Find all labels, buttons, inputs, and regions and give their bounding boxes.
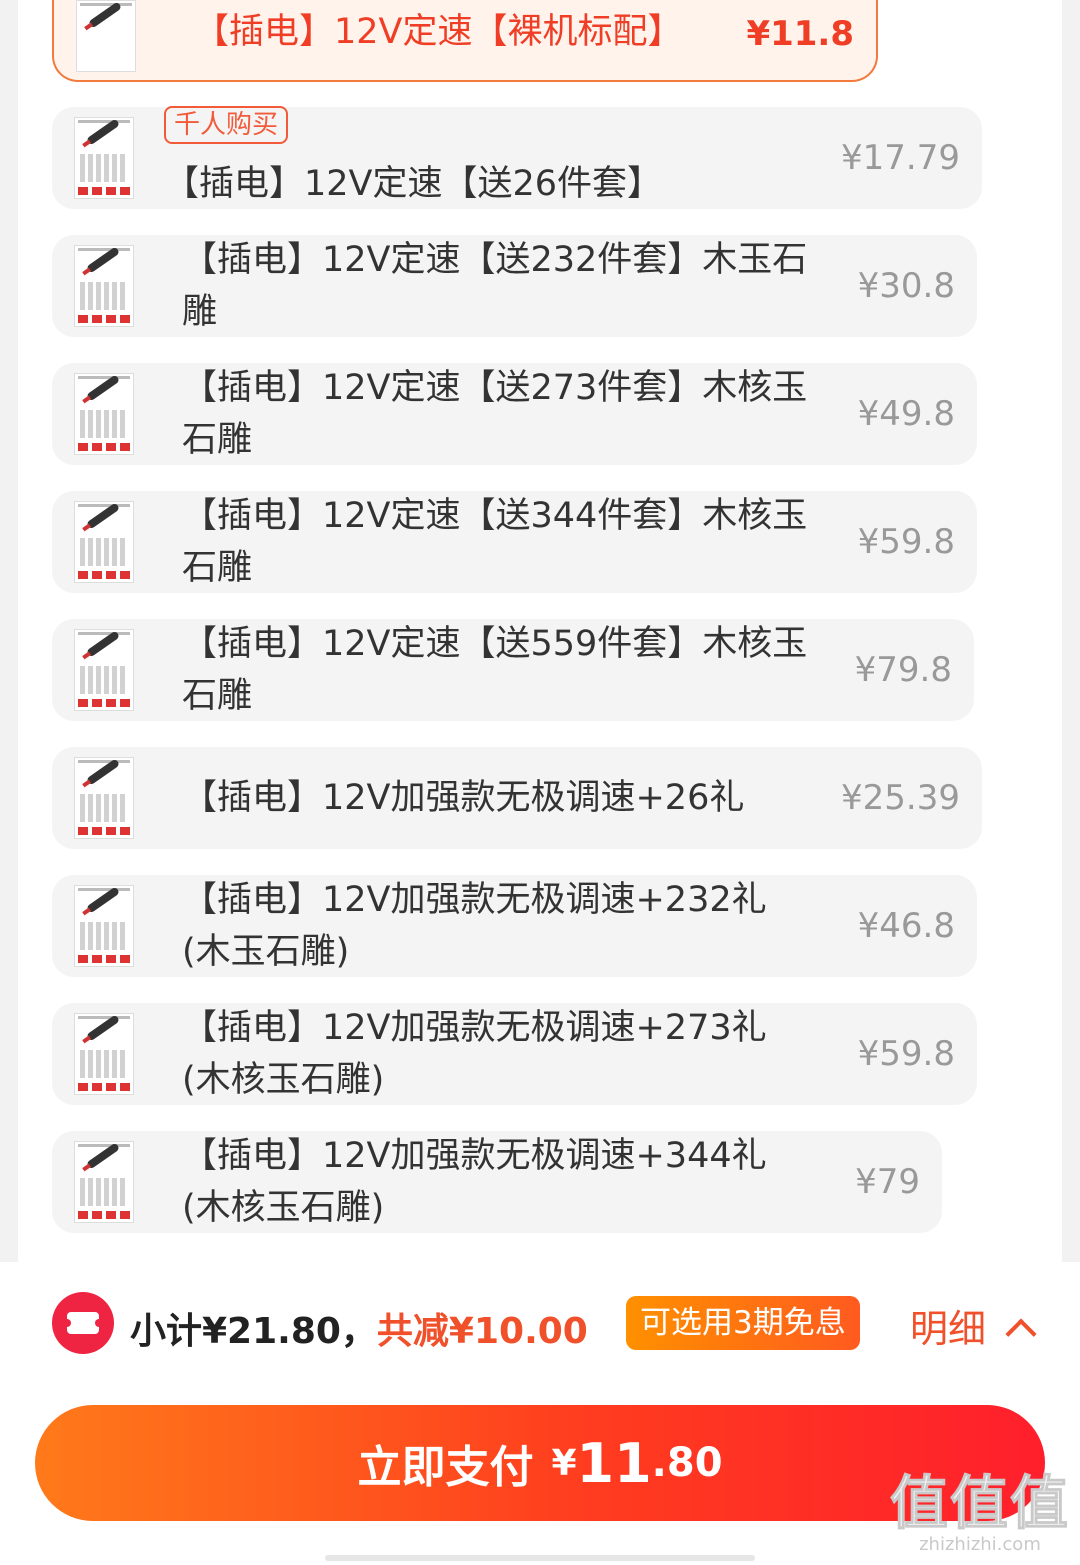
subtotal-text: 小计¥21.80， (130, 1311, 377, 1352)
detail-label: 明细 (910, 1307, 987, 1351)
product-thumbnail (74, 1141, 134, 1223)
sku-option-price: ¥79.8 (854, 650, 952, 690)
sku-option-name: 千人购买【插电】12V定速【送26件套】 (164, 106, 804, 210)
sku-option-price: ¥46.8 (857, 906, 955, 946)
sku-option-selected[interactable]: 【插电】12V定速【裸机标配】 ¥11.8 (52, 0, 878, 82)
sku-option[interactable]: 千人购买【插电】12V定速【送26件套】 ¥17.79 (52, 106, 982, 210)
sku-option-price: ¥79 (855, 1162, 920, 1202)
sku-option-price: ¥49.8 (857, 394, 955, 434)
pay-amount-int: 11 (576, 1431, 652, 1495)
product-thumbnail (74, 245, 134, 327)
sku-option-name: 【插电】12V定速【送273件套】木核玉石雕 (182, 368, 808, 460)
sku-option[interactable]: 【插电】12V加强款无极调速+26礼 ¥25.39 (52, 747, 982, 849)
sku-option[interactable]: 【插电】12V定速【送273件套】木核玉石雕 ¥49.8 (52, 363, 977, 465)
coupon-icon (52, 1292, 114, 1354)
sku-option[interactable]: 【插电】12V加强款无极调速+232礼(木玉石雕) ¥46.8 (52, 875, 977, 977)
product-thumbnail (74, 117, 134, 199)
product-thumbnail (74, 501, 134, 583)
product-thumbnail (74, 885, 134, 967)
sku-option-name: 【插电】12V加强款无极调速+232礼(木玉石雕) (182, 880, 767, 972)
watermark: 值值值 zhizhizhi.com (889, 1469, 1070, 1556)
sku-option[interactable]: 【插电】12V定速【送559件套】木核玉石雕 ¥79.8 (52, 619, 974, 721)
product-thumbnail (74, 757, 134, 839)
sku-option[interactable]: 【插电】12V加强款无极调速+344礼(木核玉石雕) ¥79 (52, 1131, 942, 1233)
sku-option[interactable]: 【插电】12V定速【送344件套】木核玉石雕 ¥59.8 (52, 491, 977, 593)
sku-option-name: 【插电】12V定速【送344件套】木核玉石雕 (182, 496, 808, 588)
product-thumbnail (74, 1013, 134, 1095)
discount-text: 共减¥10.00 (376, 1311, 588, 1352)
sku-option-price: ¥25.39 (841, 778, 960, 818)
watermark-logo: 值值值 (889, 1469, 1070, 1537)
sku-option[interactable]: 【插电】12V定速【送232件套】木玉石雕 ¥30.8 (52, 235, 977, 337)
sku-option-name: 【插电】12V定速【送232件套】木玉石雕 (182, 240, 808, 332)
sku-option-price: ¥59.8 (857, 522, 955, 562)
sku-option-price: ¥30.8 (857, 266, 955, 306)
sku-option-price: ¥17.79 (841, 138, 960, 178)
watermark-url: zhizhizhi.com (919, 1534, 1041, 1555)
product-thumbnail (74, 629, 134, 711)
sku-option-label: 【插电】12V定速【送26件套】 (164, 164, 663, 204)
sku-option-name: 【插电】12V加强款无极调速+273礼(木核玉石雕) (182, 1008, 767, 1100)
pay-currency: ¥ (551, 1442, 577, 1484)
sku-option-name: 【插电】12V定速【送559件套】木核玉石雕 (182, 624, 808, 716)
popular-tag: 千人购买 (164, 106, 289, 144)
checkout-bar: 小计¥21.80，共减¥10.00 可选用3期免息 明细 立即支付 ¥ 11 .… (0, 1262, 1080, 1565)
sku-option-name: 【插电】12V加强款无极调速+344礼(木核玉石雕) (182, 1136, 767, 1228)
chevron-up-icon (1005, 1317, 1037, 1350)
detail-toggle[interactable]: 明细 (910, 1298, 1037, 1353)
pay-label: 立即支付 (357, 1442, 534, 1493)
pay-amount-dec: .80 (651, 1440, 723, 1486)
sku-option[interactable]: 【插电】12V加强款无极调速+273礼(木核玉石雕) ¥59.8 (52, 1003, 977, 1105)
sku-option-price: ¥59.8 (857, 1034, 955, 1074)
sku-option-name: 【插电】12V定速【裸机标配】 (194, 12, 683, 52)
installment-badge[interactable]: 可选用3期免息 (626, 1296, 860, 1350)
sku-option-name: 【插电】12V加强款无极调速+26礼 (182, 778, 745, 818)
product-thumbnail (76, 0, 136, 72)
home-indicator (325, 1555, 755, 1561)
price-summary: 小计¥21.80，共减¥10.00 (130, 1302, 588, 1354)
sku-option-price: ¥11.8 (746, 14, 854, 54)
product-thumbnail (74, 373, 134, 455)
